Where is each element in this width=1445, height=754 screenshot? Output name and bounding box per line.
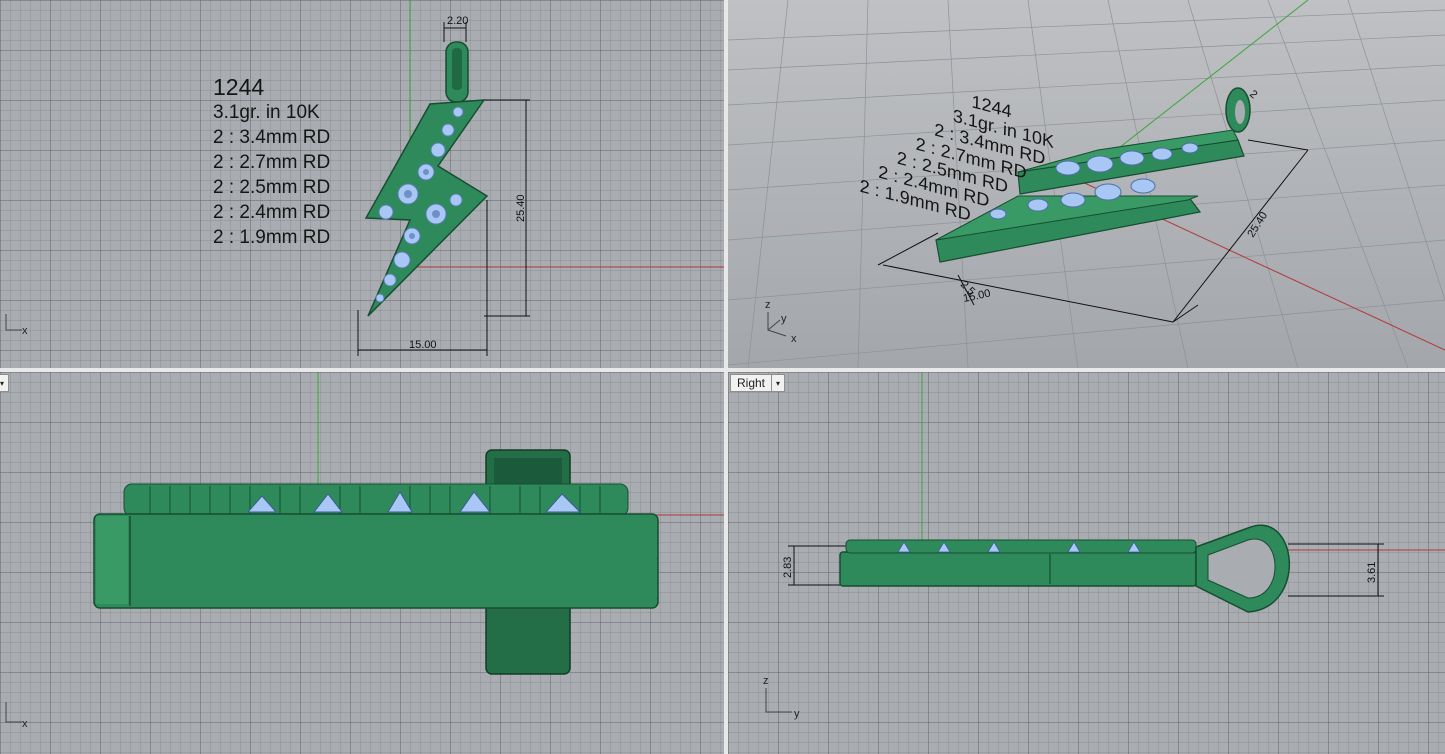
note-line-stone-5: 2 : 1.9mm RD	[213, 227, 331, 248]
dim-bail-height: 3.61	[1366, 562, 1378, 583]
axis-gizmo	[5, 314, 22, 331]
perspective-view-canvas: 25.40 2.5 15.00 2 z y x	[728, 0, 1445, 368]
note-line-stone-4: 2 : 2.4mm RD	[213, 202, 331, 223]
chevron-down-icon[interactable]: ▾	[0, 375, 8, 391]
axis-y-label: y	[794, 708, 800, 720]
bail-inner-top	[494, 458, 562, 486]
viewport-divider-vertical[interactable]	[724, 0, 728, 754]
top-view-canvas: 2.20 25.40 15.00 x	[5, 0, 724, 356]
dim-bail-width: 2.20	[447, 15, 468, 27]
viewport-front[interactable]: x ▾	[0, 372, 724, 754]
viewport-name[interactable]: Right	[731, 376, 771, 390]
dim-width: 15.00	[409, 339, 437, 351]
bail-hole	[1235, 100, 1245, 124]
axis-y-label: y	[781, 313, 787, 325]
axis-z-label: z	[763, 675, 769, 687]
note-line-weight: 3.1gr. in 10K	[213, 102, 320, 123]
right-view-canvas: 2.83 3.61 z y	[763, 372, 1445, 720]
viewport-menu-right[interactable]: Right ▾	[730, 374, 786, 392]
note-line-stone-2: 2 : 2.7mm RD	[213, 152, 331, 173]
viewport-divider-horizontal[interactable]	[0, 368, 1445, 372]
bolt-body-side[interactable]	[93, 513, 659, 609]
viewport-top[interactable]: 2.20 25.40 15.00 x 1244 3.1gr. in 10K 2 …	[0, 0, 724, 368]
viewport-menu-front[interactable]: ▾	[0, 374, 9, 392]
note-line-stone-3: 2 : 2.5mm RD	[213, 177, 331, 198]
axis-gizmo	[765, 688, 792, 713]
axis-x-label: x	[791, 333, 797, 345]
viewport-perspective[interactable]: 25.40 2.5 15.00 2 z y x 1244 3.1gr. in 1…	[728, 0, 1445, 368]
bail-hole	[452, 48, 462, 90]
axis-x-label: x	[22, 325, 28, 337]
note-line-stone-1: 2 : 3.4mm RD	[213, 127, 331, 148]
front-view-canvas: x	[5, 372, 724, 730]
dim-height: 25.40	[515, 194, 527, 222]
dim-thickness: 2.83	[782, 557, 794, 578]
body-end-highlight	[96, 516, 128, 604]
axis-z-label: z	[765, 299, 771, 311]
viewport-right[interactable]: 2.83 3.61 z y Right ▾	[728, 372, 1445, 754]
axis-x-label: x	[22, 718, 28, 730]
axis-gizmo	[5, 702, 22, 723]
design-note: 1244 3.1gr. in 10K 2 : 3.4mm RD 2 : 2.7m…	[213, 74, 330, 250]
bolt-body-side[interactable]	[839, 551, 1197, 587]
design-number: 1244	[213, 74, 265, 100]
chevron-down-icon[interactable]: ▾	[771, 375, 784, 391]
